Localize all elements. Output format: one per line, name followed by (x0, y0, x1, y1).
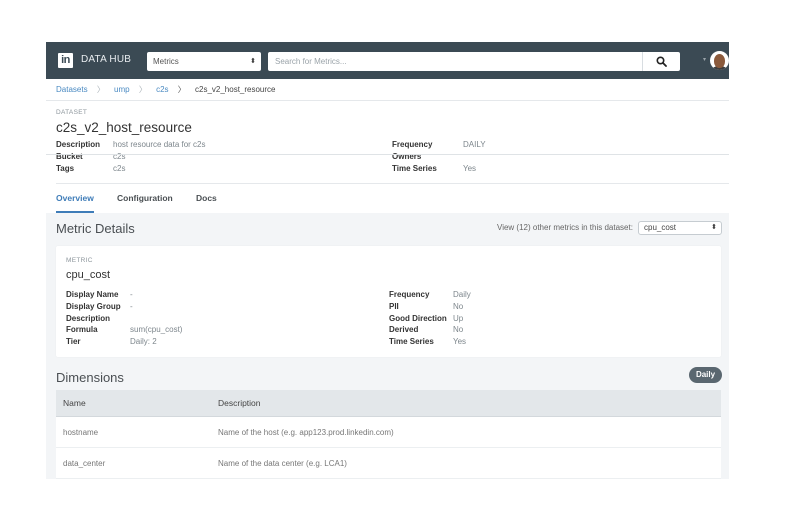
dimensions-table: Name Description hostname Name of the ho… (56, 390, 721, 479)
column-header-name: Name (63, 398, 86, 408)
dataset-timeseries-row: Time Series Yes (392, 163, 486, 175)
chevron-right-icon: 〉 (96, 85, 105, 94)
column-header-description: Description (218, 398, 261, 408)
tab-docs[interactable]: Docs (196, 184, 217, 213)
metric-info-left: Display Name - Display Group - Description… (66, 289, 182, 348)
field-label: Frequency (389, 290, 430, 299)
breadcrumb-datasets[interactable]: Datasets (56, 85, 88, 94)
metric-display-group-row: Display Group - (66, 301, 182, 313)
metric-title: cpu_cost (66, 269, 111, 281)
breadcrumb-ump[interactable]: ump (114, 85, 130, 94)
dataset-bucket-row: Bucket c2s (56, 151, 206, 163)
field-label: Tags (56, 164, 75, 173)
dataset-description-row: Description host resource data for c2s (56, 139, 206, 151)
dataset-info-right: Frequency DAILY Owners Time Series Yes (392, 139, 486, 175)
field-value: c2s (113, 164, 126, 173)
chevron-right-icon: 〉 (138, 85, 147, 94)
field-value: DAILY (463, 140, 486, 149)
frequency-badge: Daily (689, 367, 722, 383)
search-input[interactable] (268, 52, 642, 71)
field-label: Frequency (392, 140, 433, 149)
avatar-face (714, 54, 725, 68)
field-value: Up (453, 313, 464, 323)
dataset-title: c2s_v2_host_resource (56, 120, 192, 135)
breadcrumb: Datasets 〉 ump 〉 c2s 〉 c2s_v2_host_resou… (46, 79, 729, 101)
field-value: Daily: 2 (130, 337, 157, 347)
dimension-description: Name of the host (e.g. app123.prod.linke… (218, 428, 394, 437)
metric-tier-row: Tier Daily: 2 (66, 336, 182, 348)
field-label: Description (66, 313, 111, 323)
metric-select[interactable]: cpu_cost ⬍ (638, 221, 722, 235)
dataset-owners-row: Owners (392, 151, 486, 163)
field-label: Good Direction (389, 313, 447, 323)
field-value: No (453, 301, 464, 311)
dataset-header: DATASET c2s_v2_host_resource Description… (46, 101, 729, 213)
user-menu-caret-icon[interactable]: ▾ (703, 56, 706, 63)
dataset-tags-row: Tags c2s (56, 163, 206, 175)
field-label: Bucket (56, 152, 83, 161)
metric-description-row: Description (66, 313, 182, 325)
metric-timeseries-row: Time Series Yes (389, 336, 471, 348)
brand-name[interactable]: DATA HUB (81, 54, 131, 65)
view-other-metrics-label: View (12) other metrics in this dataset: (497, 223, 633, 232)
field-value: Daily (453, 290, 471, 299)
field-label: Display Group (66, 301, 121, 311)
metric-display-name-row: Display Name - (66, 289, 182, 301)
top-nav: in DATA HUB Metrics ⬍ ▾ (46, 42, 729, 79)
chevron-right-icon: 〉 (177, 85, 186, 94)
dataset-info-left: Description host resource data for c2s Bu… (56, 139, 206, 175)
search-type-value: Metrics (153, 57, 179, 66)
field-label: Description (56, 140, 101, 149)
field-label: Owners (392, 152, 422, 161)
metric-details-title: Metric Details (56, 221, 135, 236)
linkedin-logo-icon[interactable]: in (58, 53, 73, 68)
dataset-frequency-row: Frequency DAILY (392, 139, 486, 151)
table-row: hostname Name of the host (e.g. app123.p… (56, 417, 721, 448)
field-value: c2s (113, 152, 126, 161)
field-label: Derived (389, 325, 419, 335)
table-header: Name Description (56, 390, 721, 417)
metric-derived-row: Derived No (389, 324, 471, 336)
dimension-name: hostname (63, 428, 99, 437)
field-label: Time Series (392, 164, 437, 173)
metric-frequency-row: Frequency Daily (389, 289, 471, 301)
field-value: - (130, 290, 133, 299)
metric-pii-row: PII No (389, 301, 471, 313)
search-button[interactable] (642, 52, 680, 71)
dimension-name: data_center (63, 459, 106, 468)
breadcrumb-c2s[interactable]: c2s (156, 85, 168, 94)
field-label: Tier (66, 337, 81, 347)
metric-card: METRIC cpu_cost Display Name - Display Gr… (56, 246, 721, 357)
field-value: Yes (463, 164, 477, 173)
field-label: Formula (66, 325, 98, 335)
tab-overview[interactable]: Overview (56, 184, 94, 213)
metric-formula-row: Formula sum(cpu_cost) (66, 324, 182, 336)
metric-good-direction-row: Good Direction Up (389, 313, 471, 325)
metric-label: METRIC (66, 257, 93, 264)
dimension-description: Name of the data center (e.g. LCA1) (218, 459, 347, 468)
tab-bar: Overview Configuration Docs (46, 184, 729, 213)
user-avatar[interactable] (710, 51, 729, 70)
select-arrows-icon: ⬍ (711, 224, 717, 231)
field-label: PII (389, 301, 399, 311)
table-row: data_center Name of the data center (e.g… (56, 448, 721, 479)
dimensions-title: Dimensions (56, 370, 124, 385)
search-icon (656, 56, 667, 67)
field-value: sum(cpu_cost) (130, 325, 183, 335)
field-value: No (453, 325, 464, 335)
field-label: Time Series (389, 337, 434, 347)
divider (46, 154, 729, 155)
metric-select-value: cpu_cost (644, 223, 677, 232)
field-label: Display Name (66, 290, 119, 299)
field-value: - (130, 301, 133, 311)
field-value: Yes (453, 337, 467, 347)
dataset-label: DATASET (56, 109, 88, 116)
search-type-select[interactable]: Metrics ⬍ (147, 52, 261, 71)
data-hub-app: in DATA HUB Metrics ⬍ ▾ Datasets 〉 ump 〉… (46, 42, 729, 479)
breadcrumb-current: c2s_v2_host_resource (195, 85, 276, 94)
metric-info-right: Frequency Daily PII No Good Direction Up De… (389, 289, 471, 348)
select-arrows-icon: ⬍ (250, 58, 256, 65)
field-value: host resource data for c2s (113, 140, 206, 149)
tab-configuration[interactable]: Configuration (117, 184, 173, 213)
